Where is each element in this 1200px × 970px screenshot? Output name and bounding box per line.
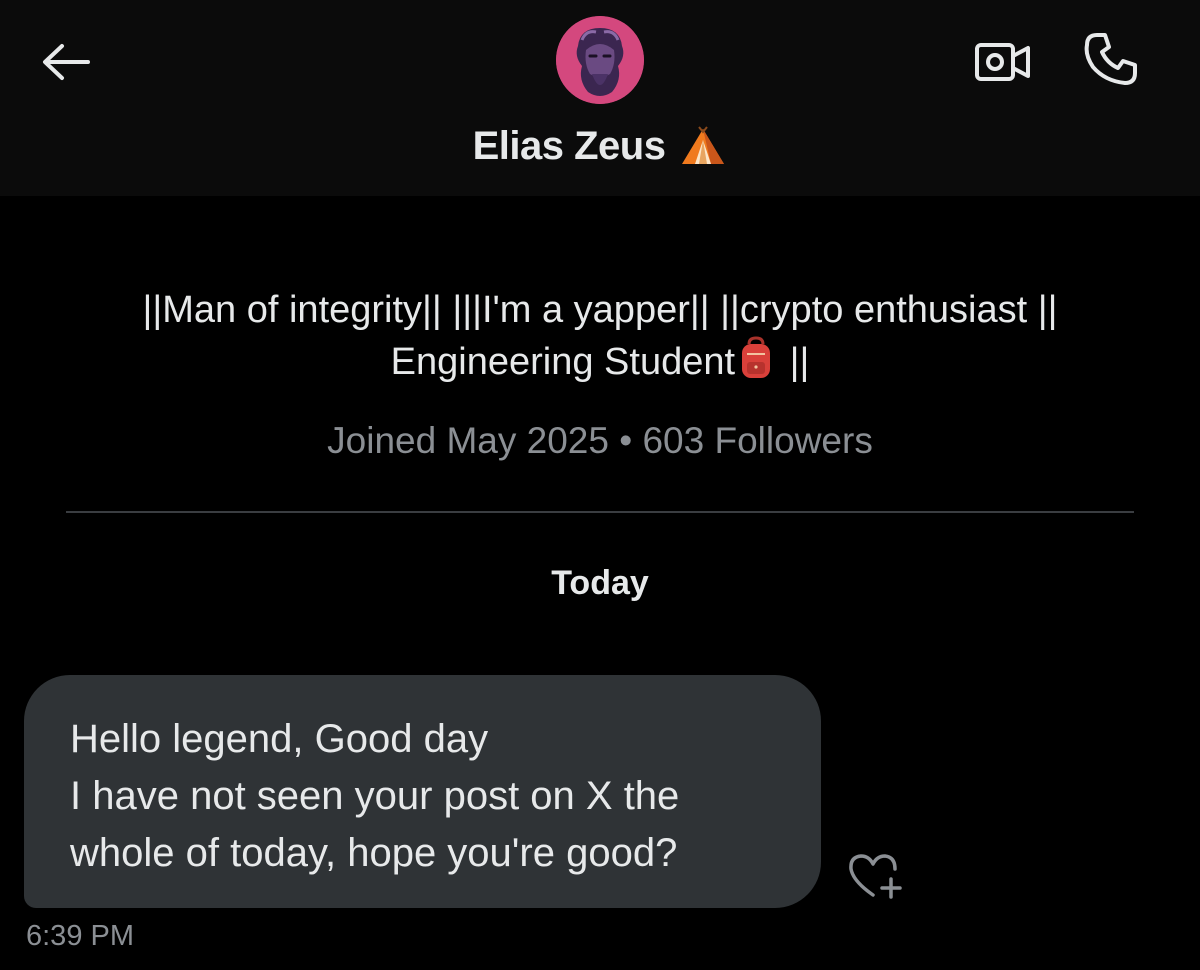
backpack-emoji-icon: [742, 336, 771, 378]
date-separator: Today: [551, 564, 649, 602]
message-line: I have not seen your post on X the: [70, 774, 680, 818]
back-button[interactable]: [38, 38, 94, 86]
bio-line-2-text: Engineering Student: [390, 341, 736, 383]
bio-line-1: ||Man of integrity|| |||I'm a yapper|| |…: [142, 289, 1058, 331]
message-line: whole of today, hope you're good?: [70, 831, 678, 875]
back-arrow-icon: [43, 44, 90, 80]
contact-name[interactable]: Elias Zeus: [0, 124, 1200, 169]
dm-conversation-screen: Elias Zeus ||Man of integrity|| |||I'm a…: [0, 0, 1200, 970]
profile-bio: ||Man of integrity|| |||I'm a yapper|| |…: [40, 284, 1160, 388]
meta-separator: •: [608, 420, 643, 461]
message-bubble[interactable]: Hello legend, Good day I have not seen y…: [24, 675, 821, 908]
tent-emoji-icon: [682, 125, 725, 164]
voice-call-button[interactable]: [1078, 28, 1144, 90]
bio-line-2-tail: ||: [779, 341, 810, 383]
avatar[interactable]: [556, 16, 644, 104]
message-timestamp: 6:39 PM: [26, 920, 134, 952]
joined-date: Joined May 2025: [327, 420, 609, 461]
followers-count[interactable]: 603 Followers: [642, 420, 872, 461]
contact-name-text: Elias Zeus: [472, 124, 666, 168]
phone-icon: [1084, 33, 1137, 85]
profile-meta: Joined May 2025 • 603 Followers: [0, 420, 1200, 462]
bio-line-2: Engineering Student ||: [40, 336, 1160, 388]
avatar-image: [556, 16, 644, 104]
divider: [66, 511, 1134, 513]
add-reaction-button[interactable]: [846, 850, 906, 902]
conversation-header: Elias Zeus: [0, 0, 1200, 196]
add-reaction-heart-icon: [849, 854, 902, 899]
video-camera-icon: [975, 43, 1030, 81]
video-call-button[interactable]: [970, 36, 1036, 88]
message-line: Hello legend, Good day: [70, 717, 489, 761]
